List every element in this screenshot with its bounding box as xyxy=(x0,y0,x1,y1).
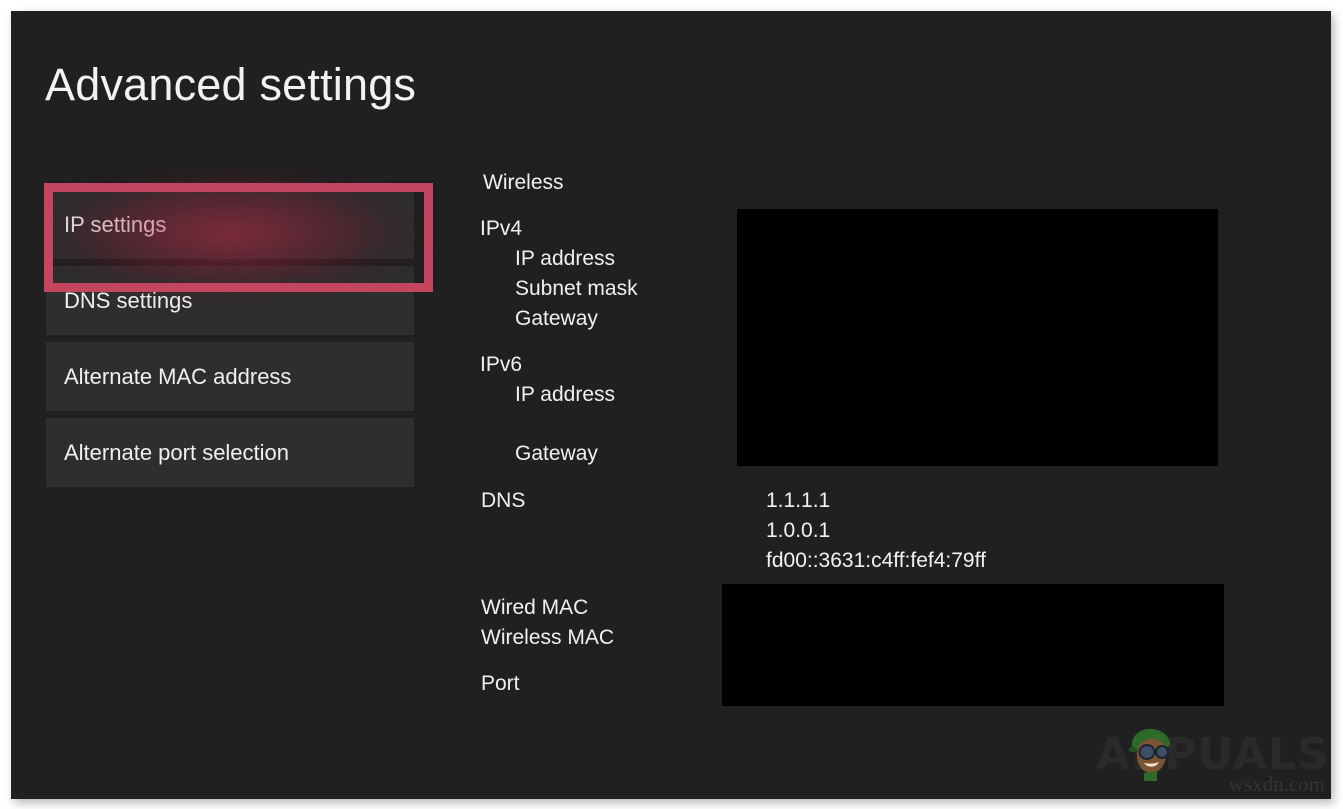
dns-value-ipv6: fd00::3631:c4ff:fef4:79ff xyxy=(766,549,986,573)
dns-value-primary: 1.1.1.1 xyxy=(766,489,830,513)
ipv6-heading: IPv6 xyxy=(480,353,522,377)
ipv4-heading: IPv4 xyxy=(480,217,522,241)
screenshot-frame: Advanced settings IP settings DNS settin… xyxy=(0,0,1343,809)
network-address-redaction xyxy=(737,209,1218,466)
dns-label: DNS xyxy=(481,489,525,513)
ipv4-subnet-mask-label: Subnet mask xyxy=(515,277,638,301)
ipv4-gateway-label: Gateway xyxy=(515,307,598,331)
dns-value-secondary: 1.0.0.1 xyxy=(766,519,830,543)
ipv6-ip-address-label: IP address xyxy=(515,383,615,407)
site-credit: wsxdn.com xyxy=(1229,772,1325,797)
ipv4-ip-address-label: IP address xyxy=(515,247,615,271)
connection-type-label: Wireless xyxy=(483,171,564,195)
mac-port-redaction xyxy=(722,584,1224,706)
wired-mac-label: Wired MAC xyxy=(481,596,588,620)
xbox-advanced-settings-screen: Advanced settings IP settings DNS settin… xyxy=(11,11,1331,799)
port-label: Port xyxy=(481,672,520,696)
wireless-mac-label: Wireless MAC xyxy=(481,626,614,650)
network-detail-pane: Wireless IPv4 IP address Subnet mask Gat… xyxy=(11,11,1331,799)
ipv6-gateway-label: Gateway xyxy=(515,442,598,466)
